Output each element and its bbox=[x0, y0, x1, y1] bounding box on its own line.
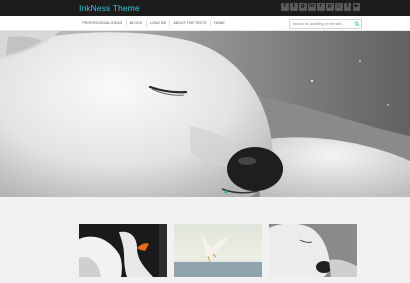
polar-bear-thumb-image bbox=[269, 224, 357, 277]
hero-banner bbox=[0, 31, 410, 197]
youtube-icon[interactable]: ▶ bbox=[352, 3, 361, 11]
main-navigation: Professional Ideas Blogs Long DB About t… bbox=[0, 16, 410, 31]
pinterest-icon[interactable]: p bbox=[325, 3, 334, 11]
linkedin-icon[interactable]: in bbox=[307, 3, 316, 11]
google-plus-icon[interactable]: g bbox=[298, 3, 307, 11]
social-links: f t g in r p ◎ t ▶ bbox=[281, 3, 361, 11]
nav-item-blogs[interactable]: Blogs bbox=[126, 16, 145, 30]
nav-item-professional-ideas[interactable]: Professional Ideas bbox=[79, 16, 126, 30]
nav-item-long-db[interactable]: Long DB bbox=[146, 16, 169, 30]
nav-menu: Professional Ideas Blogs Long DB About t… bbox=[79, 16, 228, 30]
featured-post-seagull[interactable] bbox=[174, 224, 262, 277]
featured-posts bbox=[0, 224, 410, 283]
search-input[interactable] bbox=[290, 20, 353, 28]
hero-polar-bear-image bbox=[0, 31, 410, 197]
instagram-icon[interactable]: ◎ bbox=[334, 3, 343, 11]
tumblr-icon[interactable]: t bbox=[343, 3, 352, 11]
nav-item-home[interactable]: Home bbox=[211, 16, 229, 30]
rss-icon[interactable]: r bbox=[316, 3, 325, 11]
facebook-icon[interactable]: f bbox=[281, 3, 289, 11]
search-box bbox=[289, 19, 362, 29]
seagull-image bbox=[174, 224, 262, 277]
search-icon[interactable] bbox=[354, 21, 360, 27]
top-bar: InkNess Theme f t g in r p ◎ t ▶ bbox=[0, 0, 410, 16]
nav-item-about-the-tests[interactable]: About the Tests bbox=[170, 16, 210, 30]
featured-post-polar-bear[interactable] bbox=[269, 224, 357, 277]
swan-image bbox=[79, 224, 167, 277]
twitter-icon[interactable]: t bbox=[289, 3, 298, 11]
site-logo[interactable]: InkNess Theme bbox=[79, 3, 140, 13]
featured-post-swans[interactable] bbox=[79, 224, 167, 277]
